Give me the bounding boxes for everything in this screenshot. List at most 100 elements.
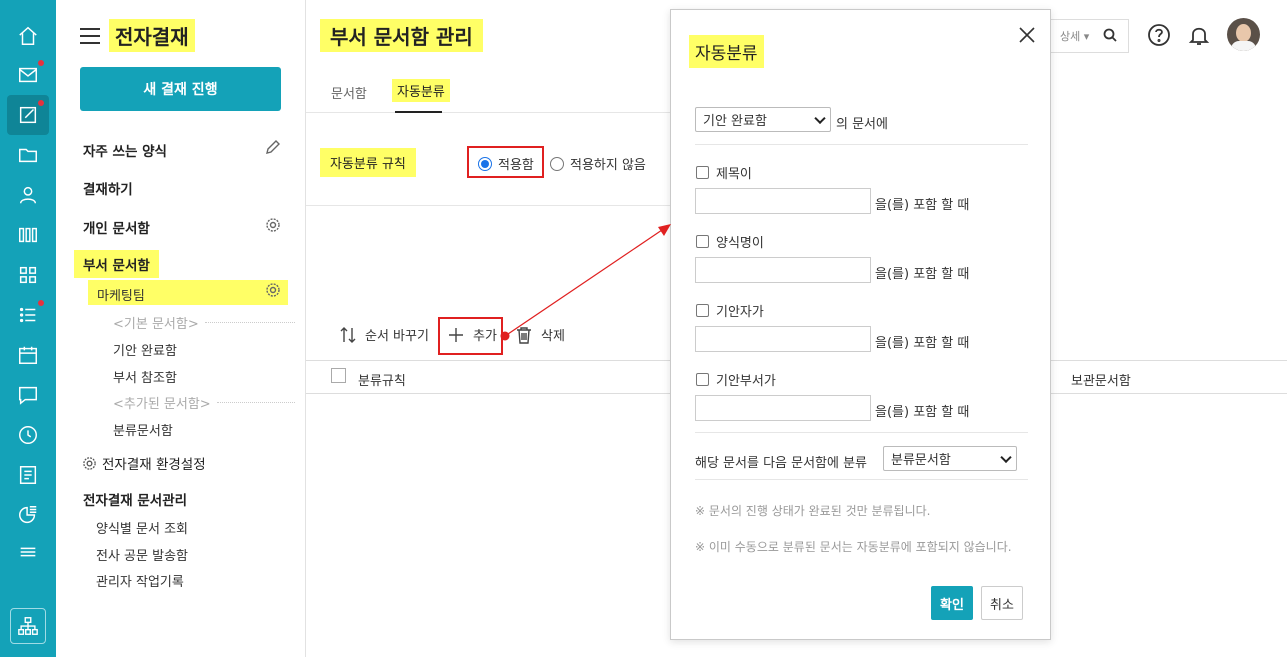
personal-box-gear-icon[interactable] xyxy=(265,217,281,233)
condition-form-checkbox[interactable]: 양식명이 xyxy=(696,232,764,251)
clock-icon[interactable] xyxy=(14,421,42,449)
sidebar-admin-item[interactable]: 전사 공문 발송함 xyxy=(96,545,188,564)
radio-not-apply-label: 적용하지 않음 xyxy=(570,158,646,173)
radio-not-apply-circle[interactable] xyxy=(550,156,564,171)
group-added-boxes: <추가된 문서함> xyxy=(113,393,295,412)
sidebar-item-ref-box[interactable]: 부서 참조함 xyxy=(113,367,177,386)
condition-drafter-label: 기안자가 xyxy=(716,305,764,320)
cancel-button[interactable]: 취소 xyxy=(981,586,1023,620)
mail-icon[interactable] xyxy=(14,61,42,89)
checkbox-drafter[interactable] xyxy=(696,304,709,317)
bell-icon[interactable] xyxy=(1187,23,1211,47)
env-settings-label: 전자결재 환경설정 xyxy=(102,457,206,473)
sidebar-item-dept-box[interactable]: 부서 문서함 xyxy=(74,250,159,278)
condition-form-label: 양식명이 xyxy=(716,236,764,251)
select-all-checkbox[interactable] xyxy=(331,368,346,383)
stack-icon[interactable] xyxy=(14,538,42,566)
group-added-label: <추가된 문서함> xyxy=(113,397,211,412)
tab-document-box[interactable]: 문서함 xyxy=(331,83,367,102)
user-icon[interactable] xyxy=(14,181,42,209)
annotation-box-radio xyxy=(467,146,544,178)
grid-icon[interactable] xyxy=(14,261,42,289)
mail-notification-dot xyxy=(38,60,44,66)
sidebar-item-classify-box[interactable]: 분류문서함 xyxy=(113,420,173,439)
search-detail-label: 상세 xyxy=(1060,30,1081,43)
condition-dept-checkbox[interactable]: 기안부서가 xyxy=(696,370,776,389)
sidebar-item-approve[interactable]: 결재하기 xyxy=(83,178,133,198)
pencil-icon[interactable] xyxy=(265,139,281,155)
reorder-label: 순서 바꾸기 xyxy=(365,329,429,344)
source-box-select[interactable]: 기안 완료함 xyxy=(695,107,831,132)
condition-drafter-input[interactable] xyxy=(695,326,871,352)
close-icon[interactable] xyxy=(1018,26,1036,44)
org-chart-icon xyxy=(18,617,38,635)
chevron-down-icon xyxy=(1000,451,1012,463)
condition-form-input[interactable] xyxy=(695,257,871,283)
sidebar-item-done-box[interactable]: 기안 완료함 xyxy=(113,340,177,359)
menu-toggle-icon[interactable] xyxy=(80,28,100,44)
reorder-icon xyxy=(340,326,356,343)
folder-icon[interactable] xyxy=(14,141,42,169)
sidebar-admin-title: 전자결재 문서관리 xyxy=(83,493,188,509)
auto-classify-modal: 자동분류 기안 완료함 의 문서에 제목이 을(를) 포함 할 때 양식명이 을… xyxy=(670,9,1051,640)
condition-title-input[interactable] xyxy=(695,188,871,214)
trash-icon xyxy=(517,326,531,344)
checkbox-form[interactable] xyxy=(696,235,709,248)
sidebar-item-favorites[interactable]: 자주 쓰는 양식 xyxy=(83,140,167,160)
sidebar-item-dept-name[interactable]: 마케팅팀 xyxy=(97,285,145,304)
condition-drafter-checkbox[interactable]: 기안자가 xyxy=(696,301,764,320)
condition-dept-label: 기안부서가 xyxy=(716,374,776,389)
app-rail xyxy=(0,0,56,657)
chat-icon[interactable] xyxy=(14,381,42,409)
modal-title: 자동분류 xyxy=(689,35,764,68)
help-icon[interactable] xyxy=(1147,23,1171,47)
modal-divider xyxy=(695,144,1028,145)
delete-button[interactable]: 삭제 xyxy=(515,325,565,344)
target-label: 해당 문서를 다음 문서함에 분류 xyxy=(695,456,868,471)
column-header-rule: 분류규칙 xyxy=(358,374,406,389)
avatar[interactable] xyxy=(1227,18,1260,51)
settings-gear-icon xyxy=(83,456,96,470)
source-box-value: 기안 완료함 xyxy=(703,114,767,129)
new-approval-button[interactable]: 새 결재 진행 xyxy=(80,67,281,111)
radio-not-apply[interactable]: 적용하지 않음 xyxy=(550,154,646,173)
target-box-value: 분류문서함 xyxy=(891,453,951,468)
condition-form-suffix: 을(를) 포함 할 때 xyxy=(875,267,970,282)
tab-auto-classify[interactable]: 자동분류 xyxy=(392,79,450,102)
condition-title-checkbox[interactable]: 제목이 xyxy=(696,163,752,182)
reorder-button[interactable]: 순서 바꾸기 xyxy=(339,325,429,344)
active-tab-indicator xyxy=(395,111,442,113)
modal-divider xyxy=(695,479,1028,480)
list-icon[interactable] xyxy=(14,301,42,329)
page-title: 부서 문서함 관리 xyxy=(320,19,483,52)
sidebar-item-env-settings[interactable]: 전자결재 환경설정 xyxy=(82,453,206,473)
checkbox-dept[interactable] xyxy=(696,373,709,386)
dept-gear-icon[interactable] xyxy=(265,282,281,298)
list-notification-dot xyxy=(38,300,44,306)
calendar-icon[interactable] xyxy=(14,341,42,369)
auto-classify-rule-label: 자동분류 규칙 xyxy=(320,148,416,177)
home-icon[interactable] xyxy=(14,22,42,50)
search-icon[interactable] xyxy=(1102,27,1118,43)
approval-sidebar: 전자결재 새 결재 진행 자주 쓰는 양식 결재하기 개인 문서함 부서 문서함… xyxy=(56,0,306,657)
sidebar-admin-item[interactable]: 양식별 문서 조회 xyxy=(96,518,188,537)
sidebar-item-personal-box[interactable]: 개인 문서함 xyxy=(83,217,150,237)
chevron-down-icon xyxy=(814,112,826,124)
confirm-button[interactable]: 확인 xyxy=(931,586,973,620)
condition-drafter-suffix: 을(를) 포함 할 때 xyxy=(875,336,970,351)
condition-dept-suffix: 을(를) 포함 할 때 xyxy=(875,405,970,420)
target-box-select[interactable]: 분류문서함 xyxy=(883,446,1017,471)
tab-divider xyxy=(306,112,670,113)
library-icon[interactable] xyxy=(14,221,42,249)
condition-dept-input[interactable] xyxy=(695,395,871,421)
column-header-storage-box: 보관문서함 xyxy=(1071,374,1131,389)
document-icon[interactable] xyxy=(14,461,42,489)
checkbox-title[interactable] xyxy=(696,166,709,179)
group-basic-boxes: <기본 문서함> xyxy=(113,313,295,332)
condition-title-label: 제목이 xyxy=(716,167,752,182)
report-chart-icon[interactable] xyxy=(14,501,42,529)
sidebar-admin-item[interactable]: 관리자 작업기록 xyxy=(96,571,184,590)
org-chart-button[interactable] xyxy=(10,608,46,644)
section-divider xyxy=(306,205,670,206)
search-detail-toggle[interactable]: 상세 ▾ xyxy=(1060,28,1089,44)
